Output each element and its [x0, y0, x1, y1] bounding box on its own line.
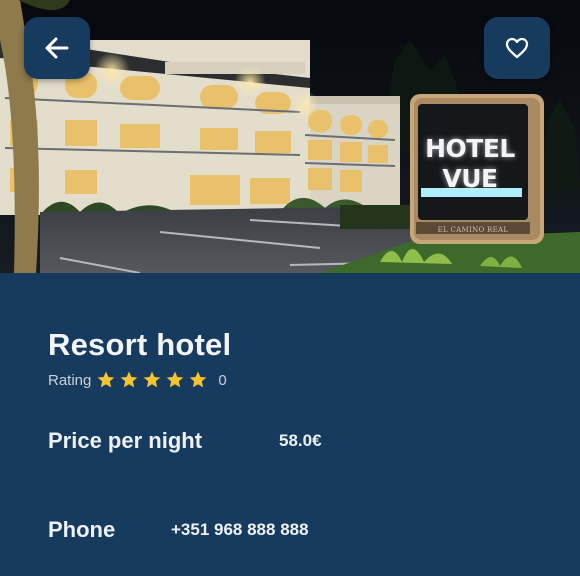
hotel-sign: HOTEL VUE: [420, 134, 520, 194]
favorite-button[interactable]: [484, 17, 550, 79]
price-value: 58.0€: [279, 431, 322, 450]
hotel-detail-screen: HOTEL VUE EL CAMINO REAL Resort hotel Ra…: [0, 0, 580, 576]
rating-label: Rating: [48, 371, 92, 389]
back-button[interactable]: [24, 17, 90, 79]
star-icon: [167, 371, 184, 388]
heart-outline-icon: [505, 37, 529, 59]
sign-address: EL CAMINO REAL: [437, 226, 509, 234]
hotel-details-panel: Resort hotel Rating 0 Price per night 58…: [0, 273, 580, 576]
rating-stars: [93, 370, 208, 390]
rating-count: 0: [218, 371, 227, 389]
sign-line-1: HOTEL: [425, 134, 515, 163]
rating-row: Rating 0: [48, 369, 227, 391]
phone-value[interactable]: +351 968 888 888: [171, 520, 309, 540]
sign-line-2: VUE: [442, 164, 498, 193]
star-icon: [190, 371, 207, 388]
arrow-left-icon: [45, 37, 69, 59]
star-icon: [98, 371, 115, 388]
star-icon: [144, 371, 161, 388]
phone-label: Phone: [48, 517, 116, 542]
price-label: Price per night: [48, 428, 203, 453]
star-icon: [121, 371, 138, 388]
hotel-name: Resort hotel: [48, 327, 232, 362]
